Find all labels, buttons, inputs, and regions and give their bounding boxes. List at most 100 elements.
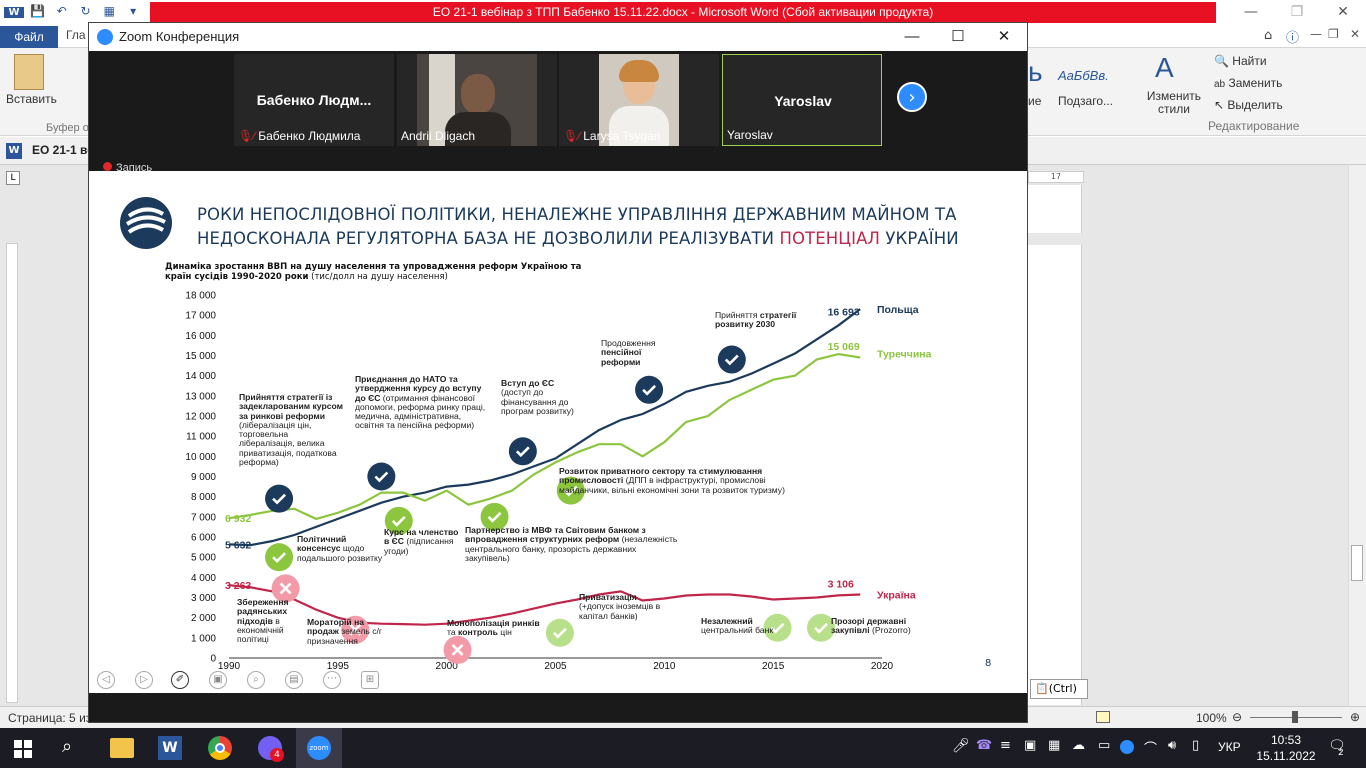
customize-icon[interactable]: ▾ — [123, 4, 143, 18]
participant-tile-3[interactable]: 🎙︎∕ Larysa Tsygan — [559, 54, 719, 146]
save-icon[interactable]: 💾 — [28, 4, 48, 18]
find-button[interactable]: 🔍 Найти — [1214, 54, 1267, 68]
replace-icon: ab — [1214, 79, 1226, 90]
y-tick-label: 8 000 — [191, 492, 216, 503]
windows-start-icon[interactable] — [14, 740, 32, 758]
tab-selector-icon[interactable]: L — [6, 171, 20, 185]
microphone-icon[interactable]: 🎤︎ — [952, 738, 970, 754]
paste-button[interactable]: Вставить — [6, 92, 57, 106]
y-tick-label: 18 000 — [185, 291, 216, 302]
tray-monitor-icon[interactable]: ▭ — [1098, 738, 1110, 753]
restore-icon[interactable]: ❐ — [1274, 0, 1320, 24]
paste-icon[interactable] — [14, 54, 44, 90]
zoom-level[interactable]: 100% — [1196, 711, 1227, 725]
annotation-text-block: Збереження радянських підходів в економі… — [237, 598, 289, 645]
participant-name-large: Yaroslav — [774, 93, 832, 109]
y-tick-label: 7 000 — [191, 512, 216, 523]
taskbar: ⌕ W 4 zoom 🎤︎ ☎ ≡ ▣ ▦ ☁ ▭ ⌒ 🔊︎ ▯ УКР 10:… — [0, 728, 1366, 768]
style-label-2[interactable]: Подзаго... — [1058, 94, 1113, 108]
person-head — [461, 74, 495, 114]
doc-restore-icon[interactable]: ❐ — [1328, 27, 1339, 41]
change-styles-button[interactable]: Изменить стили — [1144, 90, 1204, 116]
print-layout-icon[interactable] — [1096, 711, 1110, 723]
word-taskbar-icon[interactable]: W — [158, 736, 182, 760]
participant-tile-4-active[interactable]: Yaroslav Yaroslav — [722, 54, 882, 146]
participant-gallery: Бабенко Людм... 🎙︎∕ Бабенко Людмила Andri… — [89, 51, 1027, 171]
next-slide-icon[interactable]: ▷ — [135, 671, 153, 689]
participant-tile-2[interactable]: Andrii Dligach — [397, 54, 557, 146]
network-icon[interactable]: ≡ — [1000, 738, 1011, 753]
annotation-text-block: Вступ до ЄС (доступ до фінансування до п… — [501, 379, 574, 416]
pen-icon[interactable]: ✐ — [171, 671, 189, 689]
style-sample-2[interactable]: АаБбВв. — [1058, 68, 1109, 83]
doc-tab[interactable]: ЕО 21-1 ве — [32, 143, 94, 157]
scrollbar-thumb[interactable] — [1351, 545, 1363, 581]
tab-home[interactable]: Гла — [66, 28, 86, 42]
wifi-icon[interactable]: ⌒ — [1144, 738, 1157, 757]
select-icon: ↖ — [1214, 98, 1225, 112]
annotation-text-block: Курс на членство в ЄС (підписання угоди) — [384, 528, 459, 556]
style-label-1[interactable]: ие — [1028, 94, 1041, 108]
more-options-icon[interactable]: ⋯ — [323, 671, 341, 689]
edit-group-label: Редактирование — [1208, 119, 1300, 133]
zoom-maximize-icon[interactable]: ☐ — [943, 27, 973, 47]
vertical-scrollbar[interactable] — [1348, 165, 1366, 706]
tray-app-icon[interactable]: ▣ — [1024, 738, 1036, 753]
paste-options-button[interactable]: 📋(Ctrl) — [1030, 679, 1088, 699]
presenter-view-icon[interactable]: ⊞ — [361, 671, 379, 689]
doc-close-icon[interactable]: ✕ — [1350, 27, 1360, 41]
annotation-text: Монополізація ринків та контроль цін — [447, 619, 540, 637]
next-page-arrow-icon[interactable]: › — [897, 82, 927, 112]
zoom-taskbar-button[interactable]: zoom — [296, 728, 342, 768]
search-icon[interactable]: ⌕ — [62, 736, 72, 757]
series-end-label: 16 693 — [828, 306, 860, 318]
zoom-slider-thumb[interactable] — [1292, 711, 1298, 723]
slides-icon[interactable]: ▣ — [209, 671, 227, 689]
replace-label: Заменить — [1228, 76, 1283, 90]
participant-tile-1[interactable]: Бабенко Людм... 🎙︎∕ Бабенко Людмила — [234, 54, 394, 146]
tray-grid-icon[interactable]: ▦ — [1048, 738, 1060, 753]
help-question-icon[interactable]: ⓘ — [1286, 27, 1299, 46]
zoom-tray-icon[interactable] — [1120, 740, 1134, 754]
language-indicator[interactable]: УКР — [1218, 740, 1241, 754]
zoom-minimize-icon[interactable]: — — [897, 27, 927, 47]
participant-label: 🎙︎∕ Larysa Tsygan — [563, 129, 660, 143]
word-title-bar: W 💾 ↶ ↻ ▦ ▾ ЕО 21-1 вебінар з ТПП Бабенк… — [0, 0, 1366, 24]
select-button[interactable]: ↖ Выделить — [1214, 98, 1283, 112]
y-tick-label: 4 000 — [191, 573, 216, 584]
person-hair — [619, 60, 659, 82]
page-status[interactable]: Страница: 5 из — [8, 711, 91, 725]
subtitles-icon[interactable]: ▤ — [285, 671, 303, 689]
minimize-icon[interactable]: — — [1228, 0, 1274, 24]
series-end-label: 3 106 — [828, 578, 854, 590]
prev-slide-icon[interactable]: ◁ — [97, 671, 115, 689]
zoom-in-icon[interactable]: ⊕ — [1350, 710, 1360, 724]
replace-button[interactable]: ab Заменить — [1214, 76, 1282, 90]
clock-time: 10:53 — [1270, 733, 1302, 747]
annotation-text: Прозорі державні закупівлі (Prozorro) — [831, 617, 911, 635]
tab-file[interactable]: Файл — [0, 26, 58, 48]
file-explorer-icon[interactable] — [110, 738, 134, 758]
chrome-icon[interactable] — [208, 736, 232, 760]
help-icon[interactable]: ⌂ — [1264, 28, 1272, 43]
y-tick-label: 11 000 — [186, 432, 216, 443]
zoom-title-bar: Zoom Конференция — ☐ ✕ — [89, 23, 1027, 51]
series-end-label: 15 069 — [828, 341, 860, 353]
change-styles-icon[interactable]: A — [1155, 52, 1174, 84]
zoom-slide-icon[interactable]: ⌕ — [247, 671, 265, 689]
zoom-close-icon[interactable]: ✕ — [989, 27, 1019, 47]
redo-icon[interactable]: ↻ — [75, 4, 95, 18]
close-icon[interactable]: ✕ — [1320, 0, 1366, 24]
annotation-text-block: Приватизація (+допуск іноземців в капіта… — [579, 593, 661, 621]
doc-minimize-icon[interactable]: — — [1310, 27, 1322, 41]
annotation-text-block: Незалежний центральний банк — [701, 617, 774, 636]
viber-tray-icon[interactable]: ☎ — [976, 738, 992, 753]
zoom-out-icon[interactable]: ⊖ — [1232, 710, 1242, 724]
style-sample-1[interactable]: ь — [1028, 56, 1043, 88]
battery-icon[interactable]: ▯ — [1192, 738, 1199, 753]
clock[interactable]: 10:53 15.11.2022 — [1256, 732, 1316, 764]
volume-icon[interactable]: 🔊︎ — [1168, 738, 1176, 753]
undo-icon[interactable]: ↶ — [52, 4, 72, 18]
tray-cloud-icon[interactable]: ☁ — [1072, 738, 1085, 753]
table-icon[interactable]: ▦ — [99, 4, 119, 18]
